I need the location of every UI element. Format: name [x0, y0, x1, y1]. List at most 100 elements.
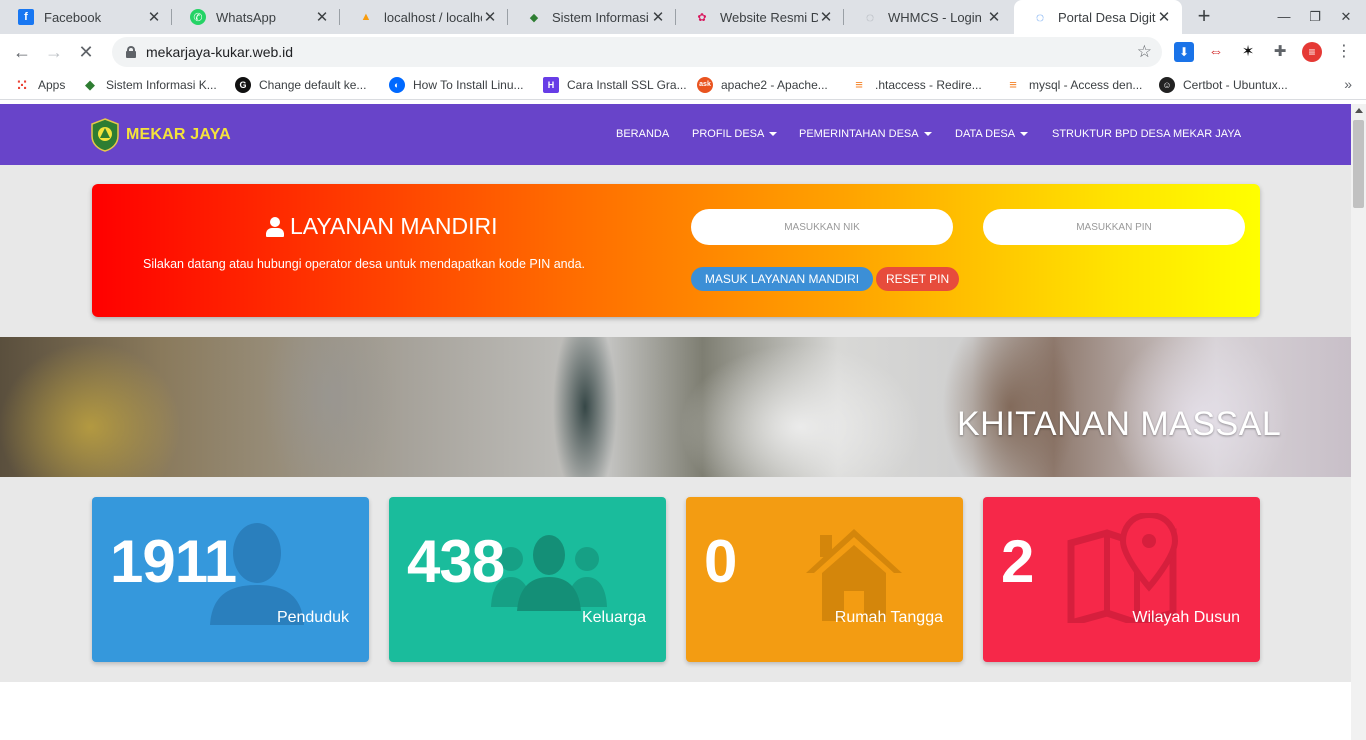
translate-extension-icon[interactable]: ⇔	[1206, 42, 1226, 62]
bookmark-change-default[interactable]: G Change default ke...	[235, 77, 366, 93]
stackoverflow-icon: ≡	[1009, 77, 1017, 92]
puzzle-extensions-icon[interactable]: ✚	[1270, 42, 1290, 62]
tab-phpmyadmin[interactable]: ▲ localhost / localhos ✕	[340, 0, 508, 34]
close-tab-icon[interactable]: ✕	[482, 8, 498, 26]
lock-icon[interactable]	[126, 46, 136, 58]
hero-banner[interactable]: KHITANAN MASSAL	[0, 337, 1351, 477]
new-tab-icon[interactable]: +	[1192, 4, 1216, 28]
stat-card-wilayah-dusun[interactable]: 2 Wilayah Dusun	[983, 497, 1260, 662]
stat-label: Wilayah Dusun	[1132, 609, 1240, 626]
bookmark-label: .htaccess - Redire...	[875, 78, 982, 92]
caret-down-icon	[923, 132, 932, 137]
nik-input[interactable]	[691, 209, 953, 245]
caret-down-icon	[1020, 132, 1029, 137]
bookmark-install-linux[interactable]: ◐ How To Install Linu...	[389, 77, 524, 93]
bookmarks-bar: ⁙ Apps ◆ Sistem Informasi K... G Change …	[0, 70, 1366, 100]
download-extension-icon[interactable]: ⬇	[1174, 42, 1194, 62]
page-scrollbar[interactable]	[1351, 104, 1366, 740]
bookmark-install-ssl[interactable]: H Cara Install SSL Gra...	[543, 77, 687, 93]
scroll-up-arrow-icon[interactable]	[1355, 108, 1363, 113]
colorful-flower-icon: ✿	[697, 11, 707, 24]
phpmyadmin-icon: ▲	[360, 11, 372, 23]
tab-facebook[interactable]: f Facebook ✕	[0, 0, 172, 34]
menu-label: PROFIL DESA	[692, 128, 765, 140]
whatsapp-icon: ✆	[190, 9, 206, 25]
close-tab-icon[interactable]: ✕	[146, 8, 162, 26]
stat-card-keluarga[interactable]: 438 Keluarga	[389, 497, 666, 662]
bookmark-label: Sistem Informasi K...	[106, 78, 217, 92]
tab-sistem-informasi[interactable]: ◆ Sistem Informasi D ✕	[508, 0, 676, 34]
tab-website-resmi[interactable]: ✿ Website Resmi Des ✕	[676, 0, 844, 34]
askubuntu-icon: ask	[697, 77, 713, 93]
bookmark-label: Cara Install SSL Gra...	[567, 78, 687, 92]
more-bookmarks-icon[interactable]: »	[1344, 76, 1352, 92]
menu-struktur-bpd[interactable]: STRUKTUR BPD DESA MEKAR JAYA	[1052, 128, 1241, 140]
page-viewport: MEKAR JAYA BERANDA PROFIL DESA PEMERINTA…	[0, 104, 1351, 740]
close-tab-icon[interactable]: ✕	[818, 8, 834, 26]
bookmark-apache2[interactable]: ask apache2 - Apache...	[697, 77, 828, 93]
stop-loading-icon[interactable]: ✕	[74, 40, 98, 64]
tab-title: WhatsApp	[216, 9, 276, 25]
village-emblem-icon	[91, 118, 119, 152]
mandiri-title: LAYANAN MANDIRI	[266, 213, 497, 240]
close-tab-icon[interactable]: ✕	[986, 8, 1002, 26]
bookmark-label: Change default ke...	[259, 78, 367, 92]
site-brand[interactable]: MEKAR JAYA	[90, 118, 231, 152]
close-tab-icon[interactable]: ✕	[314, 8, 330, 26]
address-bar[interactable]: mekarjaya-kukar.web.id ☆	[112, 37, 1162, 67]
caret-down-icon	[769, 132, 778, 137]
mandiri-subtitle: Silakan datang atau hubungi operator des…	[143, 257, 585, 271]
tab-title: Sistem Informasi D	[552, 9, 650, 25]
brand-name: MEKAR JAYA	[126, 126, 231, 143]
github-icon: G	[235, 77, 251, 93]
restore-window-icon[interactable]: ❐	[1299, 0, 1331, 34]
forward-arrow-icon[interactable]: →	[42, 40, 66, 64]
menu-data-desa[interactable]: DATA DESA	[955, 128, 1029, 140]
tab-title: WHMCS - Login	[888, 9, 982, 25]
stat-card-penduduk[interactable]: 1911 Penduduk	[92, 497, 369, 662]
tab-whmcs[interactable]: ◌ WHMCS - Login ✕	[844, 0, 1012, 34]
group-users-icon	[491, 535, 607, 611]
reset-pin-button[interactable]: RESET PIN	[876, 267, 959, 291]
loading-spinner-icon: ◌	[1035, 9, 1045, 25]
tab-portal-desa-digital[interactable]: ◌ Portal Desa Digital ✕	[1014, 0, 1182, 34]
browser-menu-icon[interactable]: ⋮	[1334, 42, 1354, 62]
bookmark-star-icon[interactable]: ☆	[1137, 42, 1152, 62]
bookmark-label: apache2 - Apache...	[721, 78, 828, 92]
close-window-icon[interactable]: ✕	[1330, 0, 1362, 34]
content-section	[0, 682, 1351, 740]
stat-label: Keluarga	[581, 609, 646, 626]
tab-title: Website Resmi Des	[720, 9, 818, 25]
profile-avatar-icon[interactable]: ≡	[1302, 42, 1322, 62]
menu-label: DATA DESA	[955, 128, 1016, 140]
map-pin-icon	[1067, 513, 1179, 623]
pin-input[interactable]	[983, 209, 1245, 245]
menu-beranda[interactable]: BERANDA	[616, 128, 669, 140]
mandiri-title-text: LAYANAN MANDIRI	[290, 213, 498, 239]
bookmark-apps[interactable]: ⁙ Apps	[14, 77, 65, 93]
bookmark-sistem-informasi[interactable]: ◆ Sistem Informasi K...	[82, 77, 217, 93]
scrollbar-thumb[interactable]	[1353, 120, 1364, 208]
menu-profil-desa[interactable]: PROFIL DESA	[692, 128, 778, 140]
minimize-icon[interactable]: —	[1268, 0, 1300, 34]
bookmark-mysql[interactable]: ≡ mysql - Access den...	[1005, 77, 1142, 93]
tab-whatsapp[interactable]: ✆ WhatsApp ✕	[172, 0, 340, 34]
loading-spinner-icon: ◌	[865, 9, 875, 25]
close-tab-icon[interactable]: ✕	[1156, 8, 1172, 26]
close-tab-icon[interactable]: ✕	[650, 8, 666, 26]
stat-card-rumah-tangga[interactable]: 0 Rumah Tangga	[686, 497, 963, 662]
facebook-icon: f	[18, 9, 34, 25]
back-arrow-icon[interactable]: ←	[10, 40, 34, 64]
shield-emblem-icon: ◆	[529, 11, 539, 24]
menu-pemerintahan-desa[interactable]: PEMERINTAHAN DESA	[799, 128, 932, 140]
user-icon	[266, 216, 284, 237]
stat-label: Rumah Tangga	[834, 609, 943, 626]
bookmark-certbot[interactable]: ☺ Certbot - Ubuntux...	[1159, 77, 1288, 93]
url-text[interactable]: mekarjaya-kukar.web.id	[146, 44, 293, 60]
bookmark-label: Certbot - Ubuntux...	[1183, 78, 1288, 92]
login-mandiri-button[interactable]: MASUK LAYANAN MANDIRI	[691, 267, 873, 291]
paw-extension-icon[interactable]: ✶	[1238, 42, 1258, 62]
stat-value: 438	[407, 528, 505, 595]
bookmark-htaccess[interactable]: ≡ .htaccess - Redire...	[851, 77, 982, 93]
browser-toolbar: ← → ✕ mekarjaya-kukar.web.id ☆ ⬇ ⇔ ✶ ✚ ≡…	[0, 34, 1366, 70]
